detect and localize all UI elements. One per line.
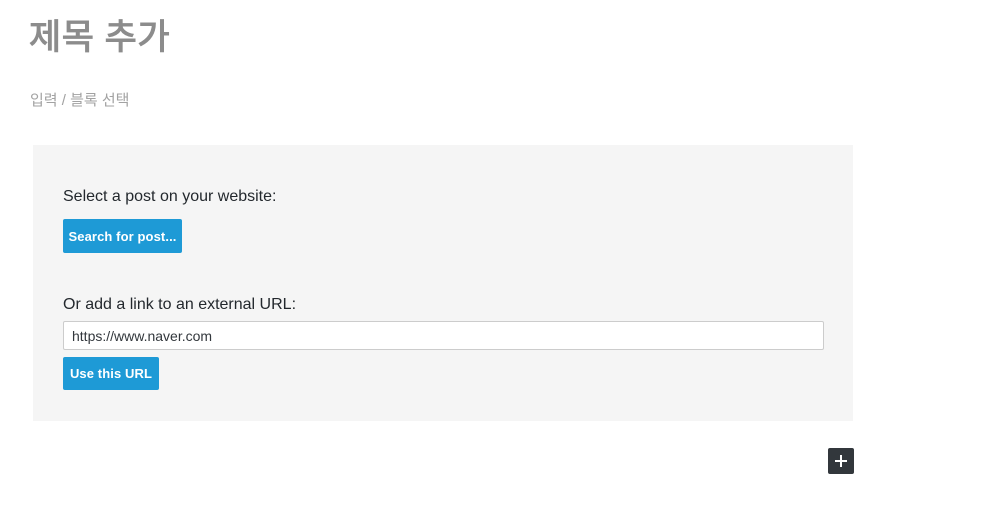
search-for-post-button[interactable]: Search for post... — [63, 219, 182, 253]
plus-icon — [834, 454, 848, 468]
use-this-url-button[interactable]: Use this URL — [63, 357, 159, 390]
link-insert-panel: Select a post on your website: Search fo… — [33, 145, 853, 421]
select-post-label: Select a post on your website: — [63, 188, 277, 205]
external-url-input[interactable] — [63, 321, 824, 350]
add-block-button[interactable] — [828, 448, 854, 474]
breadcrumb: 입력 / 블록 선택 — [30, 92, 130, 109]
external-url-label: Or add a link to an external URL: — [63, 296, 297, 313]
page-title: 제목 추가 — [29, 18, 171, 57]
